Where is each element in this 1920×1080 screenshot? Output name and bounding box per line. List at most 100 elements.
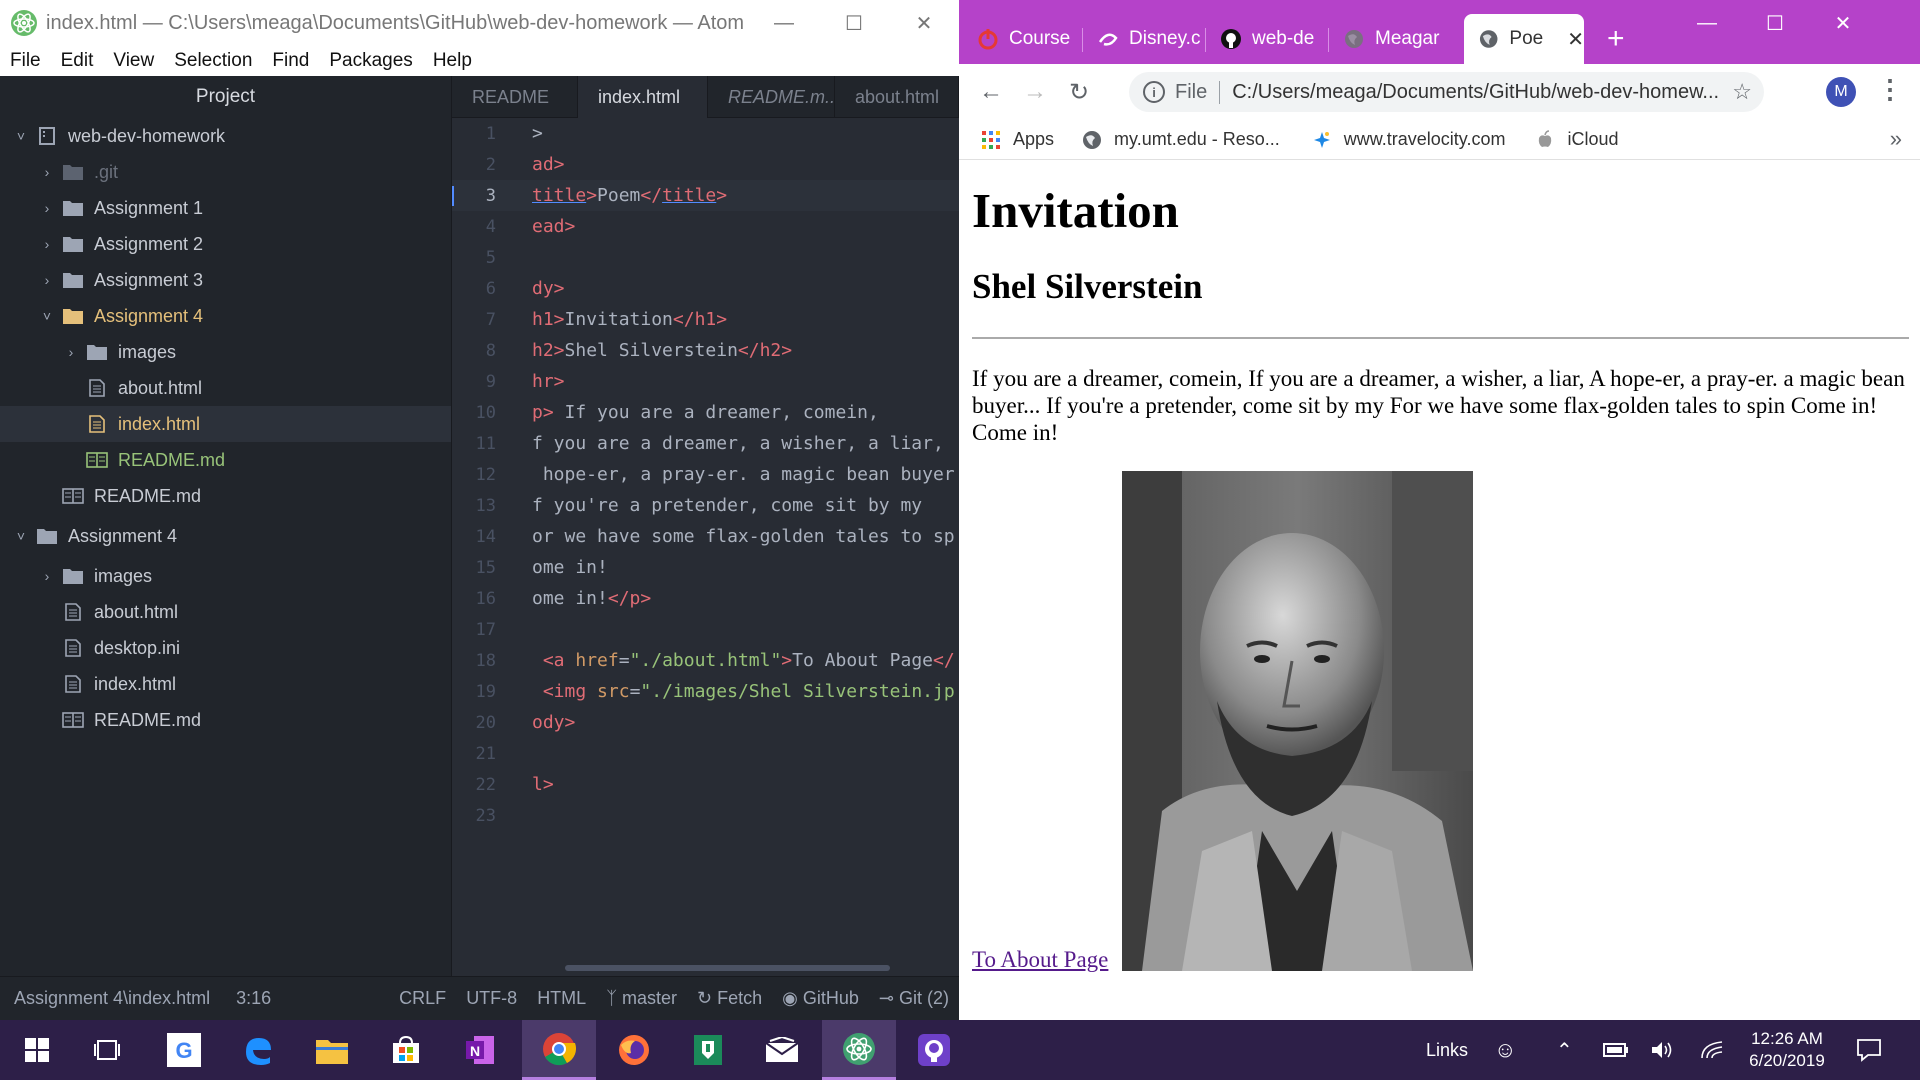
chevron-down-icon[interactable]: ˅ bbox=[12, 528, 30, 544]
tree-row[interactable]: › .git bbox=[0, 154, 451, 190]
menu-packages[interactable]: Packages bbox=[319, 50, 422, 72]
tab-readme-preview[interactable]: README.m... bbox=[708, 76, 835, 118]
tree-row[interactable]: about.html bbox=[0, 370, 451, 406]
notifications-icon[interactable] bbox=[1856, 1020, 1882, 1080]
taskbar-firefox[interactable] bbox=[597, 1020, 671, 1080]
chrome-tab-course[interactable]: Course bbox=[963, 14, 1083, 64]
tree-row[interactable]: README.md bbox=[0, 442, 451, 478]
minimize-button[interactable]: — bbox=[749, 0, 819, 46]
tree-row[interactable]: desktop.ini bbox=[0, 630, 451, 666]
tree-row[interactable]: ˅ Assignment 4 bbox=[0, 518, 451, 554]
status-fetch[interactable]: ↻ Fetch bbox=[687, 988, 772, 1009]
close-button[interactable]: ✕ bbox=[889, 0, 959, 46]
tree-row[interactable]: › Assignment 2 bbox=[0, 226, 451, 262]
status-branch[interactable]: ᛉ master bbox=[596, 988, 687, 1009]
chevron-right-icon[interactable]: › bbox=[62, 344, 80, 360]
tree-row[interactable]: ˅ Assignment 4 bbox=[0, 298, 451, 334]
profile-avatar[interactable]: M bbox=[1826, 77, 1856, 107]
chrome-close-button[interactable]: ✕ bbox=[1809, 0, 1877, 46]
task-view-button[interactable] bbox=[70, 1020, 144, 1080]
bookmark-icloud[interactable]: iCloud bbox=[1535, 129, 1618, 150]
tree-row[interactable]: about.html bbox=[0, 594, 451, 630]
taskbar-chrome[interactable] bbox=[522, 1020, 596, 1080]
chevron-right-icon[interactable]: › bbox=[38, 272, 56, 288]
bookmark-travelocity[interactable]: www.travelocity.com bbox=[1312, 129, 1505, 150]
status-file-path[interactable]: Assignment 4\index.html bbox=[0, 988, 220, 1009]
address-bar[interactable]: i File C:/Users/meaga/Documents/GitHub/w… bbox=[1129, 72, 1764, 112]
chevron-right-icon[interactable]: › bbox=[38, 164, 56, 180]
chrome-tab-web-dev[interactable]: web-de bbox=[1206, 14, 1329, 64]
taskbar-onenote[interactable]: N bbox=[443, 1020, 517, 1080]
new-tab-button[interactable]: + bbox=[1607, 22, 1625, 56]
horizontal-rule bbox=[972, 337, 1909, 339]
taskbar-file-explorer[interactable] bbox=[295, 1020, 369, 1080]
tab-about-html[interactable]: about.html bbox=[835, 76, 959, 118]
chrome-menu-icon[interactable]: ⋮ bbox=[1877, 74, 1903, 105]
status-grammar[interactable]: HTML bbox=[527, 988, 596, 1009]
status-cursor-position[interactable]: 3:16 bbox=[220, 988, 281, 1009]
taskbar-edge[interactable] bbox=[221, 1020, 295, 1080]
start-button[interactable] bbox=[0, 1020, 74, 1080]
status-line-ending[interactable]: CRLF bbox=[389, 988, 456, 1009]
tab-readme[interactable]: README bbox=[452, 76, 578, 118]
bookmark-apps[interactable]: Apps bbox=[981, 129, 1054, 150]
taskbar-github-desktop[interactable] bbox=[897, 1020, 971, 1080]
chevron-down-icon[interactable]: ˅ bbox=[12, 128, 30, 144]
taskbar-mail[interactable] bbox=[745, 1020, 819, 1080]
forward-button[interactable]: → bbox=[1015, 72, 1055, 112]
chrome-minimize-button[interactable]: — bbox=[1673, 0, 1741, 46]
battery-icon[interactable] bbox=[1603, 1020, 1629, 1080]
menu-find[interactable]: Find bbox=[262, 50, 319, 72]
tree-row[interactable]: ˅ web-dev-homework bbox=[0, 118, 451, 154]
chevron-down-icon[interactable]: ˅ bbox=[38, 308, 56, 324]
show-hidden-icons-chevron-icon[interactable]: ⌃ bbox=[1556, 1020, 1573, 1080]
people-icon[interactable]: ☺ bbox=[1494, 1020, 1516, 1080]
menu-selection[interactable]: Selection bbox=[164, 50, 262, 72]
chrome-maximize-button[interactable]: ☐ bbox=[1741, 0, 1809, 46]
chrome-tab-poem[interactable]: Poe ✕ bbox=[1464, 14, 1584, 64]
tree-row[interactable]: › Assignment 3 bbox=[0, 262, 451, 298]
tree-row[interactable]: › images bbox=[0, 334, 451, 370]
reload-button[interactable]: ↻ bbox=[1059, 72, 1099, 112]
tree-row[interactable]: README.md bbox=[0, 478, 451, 514]
code-editor[interactable]: 1 > 2 ad> 3 title>Poem</title> 4 ead> 5 6 dy>… bbox=[452, 118, 959, 976]
menu-edit[interactable]: Edit bbox=[51, 50, 104, 72]
info-icon[interactable]: i bbox=[1143, 81, 1165, 103]
chevron-right-icon[interactable]: › bbox=[38, 200, 56, 216]
tree-row[interactable]: › Assignment 1 bbox=[0, 190, 451, 226]
system-clock[interactable]: 12:26 AM 6/20/2019 bbox=[1742, 1028, 1832, 1072]
tree-item-label: web-dev-homework bbox=[68, 125, 226, 146]
bookmark-umt[interactable]: my.umt.edu - Reso... bbox=[1082, 129, 1280, 150]
network-wifi-icon[interactable] bbox=[1700, 1020, 1724, 1080]
about-page-link[interactable]: To About Page bbox=[972, 947, 1108, 973]
chevron-right-icon[interactable]: › bbox=[38, 568, 56, 584]
volume-icon[interactable] bbox=[1650, 1020, 1674, 1080]
menu-file[interactable]: File bbox=[0, 50, 51, 72]
line-number: 7 bbox=[485, 309, 496, 330]
bookmarks-overflow-icon[interactable]: » bbox=[1890, 126, 1902, 152]
menu-help[interactable]: Help bbox=[423, 50, 482, 72]
maximize-button[interactable]: ☐ bbox=[819, 0, 889, 46]
tab-index-html[interactable]: index.html bbox=[578, 76, 708, 118]
chrome-toolbar: ← → ↻ i File C:/Users/meaga/Documents/Gi… bbox=[959, 64, 1920, 120]
taskbar-atom[interactable] bbox=[822, 1020, 896, 1080]
status-encoding[interactable]: UTF-8 bbox=[456, 988, 527, 1009]
tree-row[interactable]: › images bbox=[0, 558, 451, 594]
taskbar-google[interactable]: G bbox=[147, 1020, 221, 1080]
status-github[interactable]: ◉ GitHub bbox=[772, 988, 869, 1009]
horizontal-scrollbar[interactable] bbox=[565, 965, 890, 971]
chevron-right-icon[interactable]: › bbox=[38, 236, 56, 252]
taskbar-store[interactable] bbox=[369, 1020, 443, 1080]
tree-row[interactable]: README.md bbox=[0, 702, 451, 738]
menu-view[interactable]: View bbox=[103, 50, 164, 72]
chrome-tab-disney[interactable]: Disney.c bbox=[1083, 14, 1206, 64]
links-toolbar[interactable]: Links bbox=[1426, 1020, 1468, 1080]
status-git[interactable]: ⊸ Git (2) bbox=[869, 988, 959, 1009]
chrome-tab-meagan[interactable]: Meagar bbox=[1329, 14, 1453, 64]
tab-close-icon[interactable]: ✕ bbox=[1567, 27, 1584, 52]
bookmark-star-icon[interactable]: ☆ bbox=[1732, 79, 1752, 105]
tree-row[interactable]: index.html bbox=[0, 406, 451, 442]
back-button[interactable]: ← bbox=[971, 72, 1011, 112]
tree-row[interactable]: index.html bbox=[0, 666, 451, 702]
taskbar-app-green[interactable] bbox=[671, 1020, 745, 1080]
